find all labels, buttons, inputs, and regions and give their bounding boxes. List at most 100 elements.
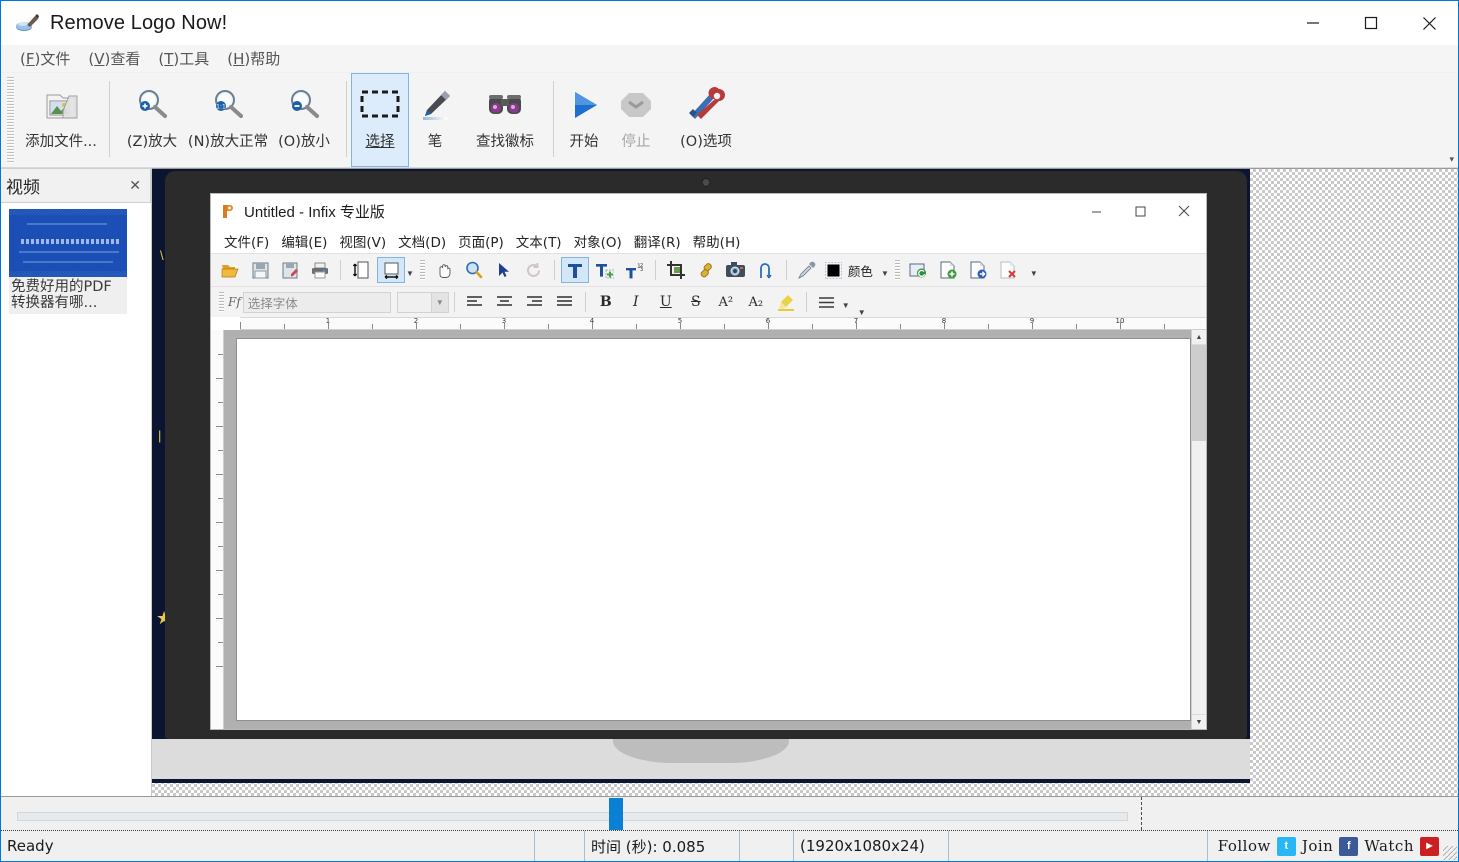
options-button[interactable]: (O)选项: [662, 73, 750, 167]
font-family-select[interactable]: 选择字体: [242, 291, 391, 313]
infix-minimize-button[interactable]: [1074, 194, 1118, 228]
page-export-icon[interactable]: [965, 257, 993, 283]
strikethrough-button[interactable]: S: [682, 289, 710, 315]
subscript-button[interactable]: A₂: [742, 289, 770, 315]
scrollbar-thumb[interactable]: [1192, 345, 1206, 441]
link-chain-icon[interactable]: [692, 257, 720, 283]
infix-menu-page[interactable]: 页面(P): [452, 229, 510, 253]
magnifier-icon[interactable]: [460, 257, 488, 283]
color-swatch-icon[interactable]: [823, 257, 845, 283]
infix-menu-help[interactable]: 帮助(H): [687, 229, 747, 253]
align-left-button[interactable]: [461, 289, 489, 315]
infix-vertical-scrollbar[interactable]: ▲ ▼: [1191, 330, 1206, 729]
menu-view[interactable]: (V)查看: [79, 46, 149, 71]
scroll-down-button[interactable]: ▼: [1192, 714, 1206, 729]
watch-label[interactable]: Watch: [1364, 837, 1414, 855]
pen-tool-button[interactable]: 笔: [409, 73, 461, 167]
italic-button[interactable]: I: [622, 289, 650, 315]
infix-vertical-ruler: [211, 330, 224, 729]
infix-menu-view[interactable]: 视图(V): [333, 229, 392, 253]
pen-tool-label: 笔: [427, 134, 443, 150]
close-button[interactable]: [1400, 1, 1458, 45]
infix-maximize-button[interactable]: [1118, 194, 1162, 228]
infix-tb-grip-1[interactable]: [419, 260, 425, 280]
zoom-normal-button[interactable]: 1:1 (N)放大正常: [188, 73, 268, 167]
align-justify-button[interactable]: [551, 289, 579, 315]
align-center-button[interactable]: [491, 289, 519, 315]
refresh-document-icon[interactable]: [905, 257, 933, 283]
folder-open-icon[interactable]: [216, 257, 244, 283]
text-numbering-icon[interactable]: 123: [621, 257, 649, 283]
line-spacing-caret-icon[interactable]: ▼: [842, 301, 850, 310]
align-right-button[interactable]: [521, 289, 549, 315]
line-spacing-button[interactable]: [813, 289, 841, 315]
monitor-stand: [152, 739, 1250, 779]
infix-page-wrapper: [224, 330, 1191, 729]
infix-menu-object[interactable]: 对象(O): [568, 229, 628, 253]
infix-tb-grip-2[interactable]: [894, 260, 900, 280]
printer-icon[interactable]: [306, 257, 334, 283]
facebook-icon[interactable]: f: [1339, 836, 1359, 856]
arrow-select-icon[interactable]: [490, 257, 518, 283]
font-size-select[interactable]: ▼: [396, 291, 449, 313]
superscript-button[interactable]: A²: [712, 289, 740, 315]
infix-menu-text[interactable]: 文本(T): [510, 229, 568, 253]
font-size-caret-icon[interactable]: ▼: [430, 292, 448, 312]
infix-tb2-overflow-icon[interactable]: ▼: [858, 308, 866, 317]
menu-help[interactable]: (H)帮助: [218, 46, 289, 71]
bold-button[interactable]: B: [592, 289, 620, 315]
maximize-button[interactable]: [1342, 1, 1400, 45]
menu-file[interactable]: (F)文件: [11, 46, 79, 71]
minimize-button[interactable]: [1284, 1, 1342, 45]
select-tool-button[interactable]: 选择: [351, 73, 409, 167]
resize-grip-icon[interactable]: [1443, 846, 1457, 860]
save-as-icon[interactable]: [276, 257, 304, 283]
infix-menu-document[interactable]: 文档(D): [392, 229, 452, 253]
infix-tb-grip-3[interactable]: [219, 292, 224, 312]
fit-dropdown-caret-icon[interactable]: ▼: [406, 269, 414, 278]
menu-tools[interactable]: (T)工具: [149, 46, 218, 71]
page-delete-icon[interactable]: [995, 257, 1023, 283]
scroll-up-button[interactable]: ▲: [1192, 330, 1206, 345]
scrollbar-track[interactable]: [1192, 441, 1206, 714]
highlight-button[interactable]: [772, 289, 800, 315]
text-T-icon[interactable]: [560, 257, 589, 283]
twitter-icon[interactable]: t: [1276, 836, 1296, 856]
text-add-icon[interactable]: [591, 257, 619, 283]
crop-icon[interactable]: [662, 257, 690, 283]
add-files-button[interactable]: 添加文件...: [17, 73, 105, 167]
start-button[interactable]: 开始: [558, 73, 610, 167]
fit-page-height-icon[interactable]: [347, 257, 375, 283]
follow-label[interactable]: Follow: [1218, 837, 1271, 855]
join-label[interactable]: Join: [1302, 837, 1334, 855]
timeline-track[interactable]: [17, 812, 1128, 821]
page-add-icon[interactable]: [935, 257, 963, 283]
toolbar-grip[interactable]: [7, 77, 14, 163]
underline-button[interactable]: U: [652, 289, 680, 315]
infix-menu-edit[interactable]: 编辑(E): [275, 229, 333, 253]
infix-close-button[interactable]: [1162, 194, 1206, 228]
infix-menu-file[interactable]: 文件(F): [218, 229, 275, 253]
path-curve-icon[interactable]: [752, 257, 780, 283]
infix-tb1-overflow-icon[interactable]: ▼: [1030, 269, 1038, 278]
zoom-out-button[interactable]: (O)放小: [266, 73, 342, 167]
find-logo-button[interactable]: 查找徽标: [461, 73, 549, 167]
stop-button[interactable]: 停止: [610, 73, 662, 167]
infix-menu-translate[interactable]: 翻译(R): [628, 229, 687, 253]
toolbar-overflow-icon[interactable]: ▾: [1449, 154, 1454, 165]
timeline-bar[interactable]: [1, 796, 1458, 831]
timeline-playhead[interactable]: [609, 798, 623, 830]
youtube-icon[interactable]: ▶: [1420, 836, 1439, 856]
dock-close-icon[interactable]: ✕: [126, 177, 144, 194]
infix-page[interactable]: [236, 338, 1191, 721]
preview-canvas[interactable]: \ | ★: [152, 168, 1458, 796]
video-thumbnail[interactable]: [9, 209, 127, 277]
hand-pan-icon[interactable]: [430, 257, 458, 283]
floppy-save-icon[interactable]: [246, 257, 274, 283]
color-dropdown-caret-icon[interactable]: ▼: [881, 269, 889, 278]
zoom-in-button[interactable]: (Z)放大: [114, 73, 190, 167]
eyedropper-icon[interactable]: [793, 257, 821, 283]
camera-image-icon[interactable]: [722, 257, 750, 283]
rotate-refresh-icon[interactable]: [520, 257, 548, 283]
fit-page-width-icon[interactable]: [377, 257, 405, 283]
